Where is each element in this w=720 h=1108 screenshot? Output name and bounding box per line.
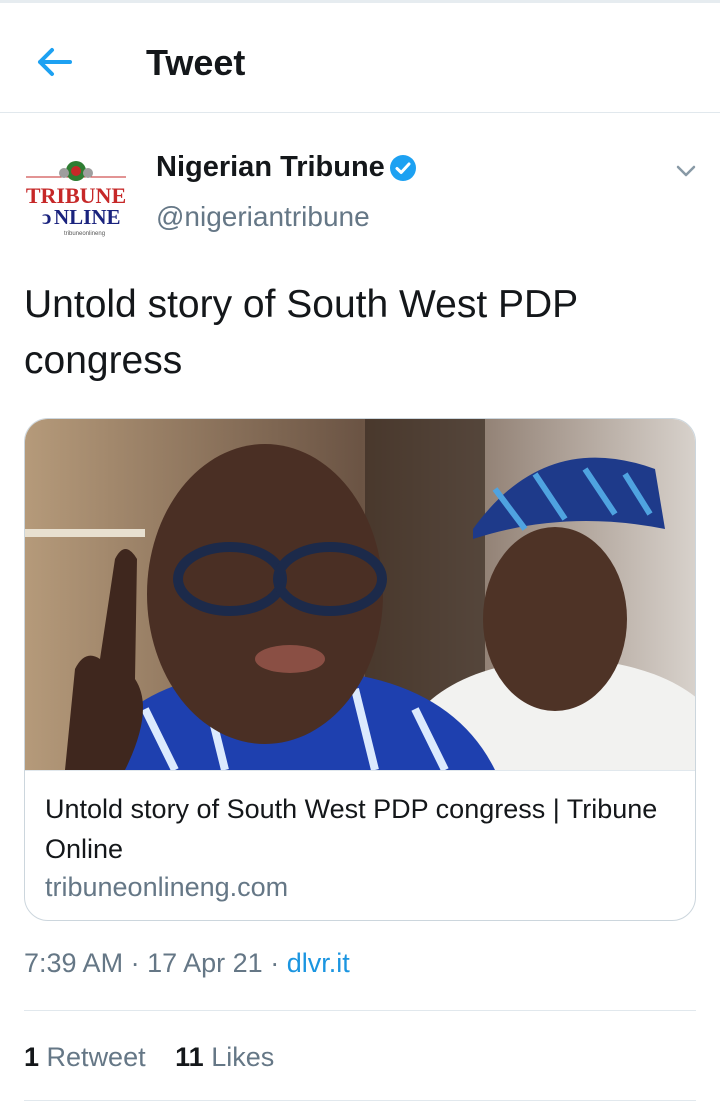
svg-text:NLINE: NLINE — [54, 205, 121, 229]
tweet-time: 7:39 AM — [24, 948, 124, 978]
svg-text:tribuneonlineng: tribuneonlineng — [64, 231, 105, 237]
retweets-count: 1 — [24, 1042, 40, 1072]
meta-separator: · — [130, 948, 148, 978]
author-name[interactable]: Nigerian Tribune — [156, 149, 385, 185]
likes-label: Likes — [211, 1042, 275, 1072]
page-title: Tweet — [146, 42, 246, 83]
card-body: Untold story of South West PDP congress … — [25, 770, 695, 920]
likes-count: 11 — [175, 1042, 204, 1072]
divider — [24, 1100, 696, 1101]
tweet-meta: 7:39 AM · 17 Apr 21 · dlvr.it — [24, 945, 350, 981]
retweets-label: Retweet — [46, 1042, 146, 1072]
link-card[interactable]: Untold story of South West PDP congress … — [24, 418, 696, 921]
author-handle[interactable]: @nigeriantribune — [156, 199, 370, 235]
card-image — [25, 419, 695, 770]
tweet-stats: 1 Retweet 11 Likes — [24, 1039, 296, 1075]
retweets-stat[interactable]: 1 Retweet — [24, 1042, 146, 1072]
arrow-left-icon — [38, 48, 72, 76]
tweet-text: Untold story of South West PDP congress — [24, 283, 578, 382]
meta-separator: · — [270, 948, 287, 978]
tweet-date: 17 Apr 21 — [147, 948, 263, 978]
card-title: Untold story of South West PDP congress … — [45, 794, 658, 864]
likes-stat[interactable]: 11 Likes — [175, 1042, 274, 1072]
source-link[interactable]: dlvr.it — [287, 948, 350, 978]
divider — [24, 1010, 696, 1011]
top-bar: Tweet — [0, 3, 720, 113]
back-button[interactable] — [30, 41, 82, 83]
card-domain: tribuneonlineng.com — [45, 872, 289, 902]
avatar[interactable]: TRIBUNE ↄ NLINE tribuneonlineng — [22, 153, 130, 245]
svg-text:ↄ: ↄ — [42, 205, 51, 229]
chevron-down-icon[interactable] — [672, 157, 700, 185]
verified-badge-icon — [390, 155, 416, 181]
